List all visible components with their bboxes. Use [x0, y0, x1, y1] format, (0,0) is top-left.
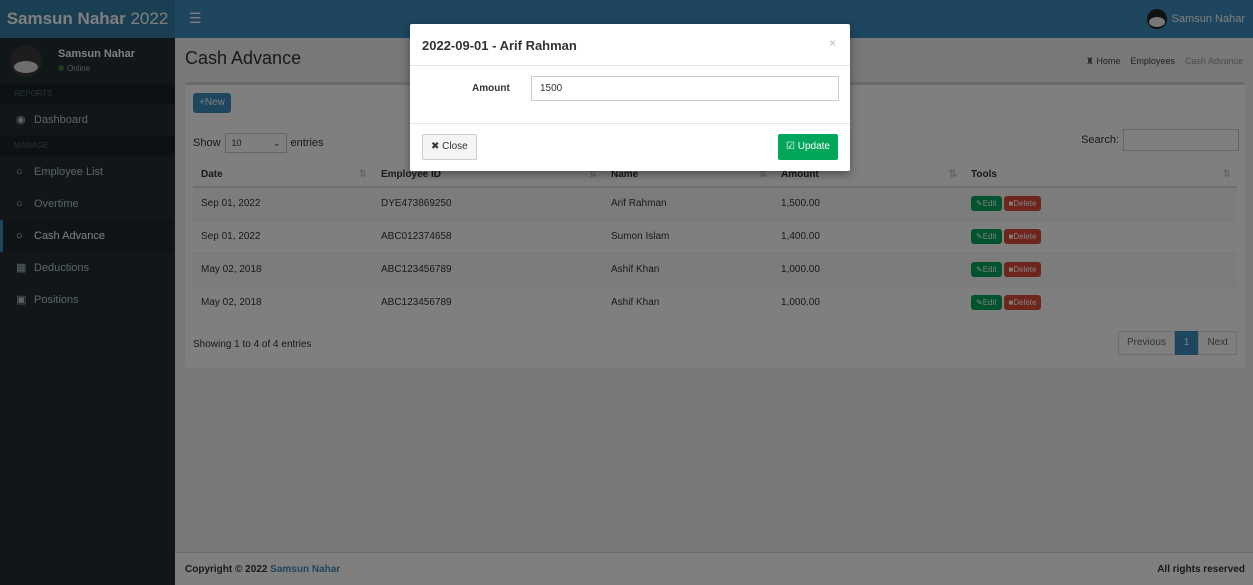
amount-input[interactable]: 1500 — [531, 76, 839, 101]
modal-divider — [410, 65, 850, 66]
modal-divider — [410, 123, 850, 124]
amount-label: Amount — [472, 83, 510, 94]
modal-title: 2022-09-01 - Arif Rahman — [422, 38, 577, 53]
close-button-label: Close — [442, 141, 468, 152]
close-button[interactable]: ✖ Close — [422, 134, 477, 160]
edit-cash-advance-modal: 2022-09-01 - Arif Rahman × Amount 1500 ✖… — [410, 24, 850, 171]
update-button[interactable]: ☑ Update — [778, 134, 838, 160]
check-square-icon: ☑ — [786, 141, 795, 152]
close-icon: ✖ — [431, 141, 440, 152]
update-button-label: Update — [797, 141, 830, 152]
modal-close-x-icon[interactable]: × — [829, 36, 836, 50]
